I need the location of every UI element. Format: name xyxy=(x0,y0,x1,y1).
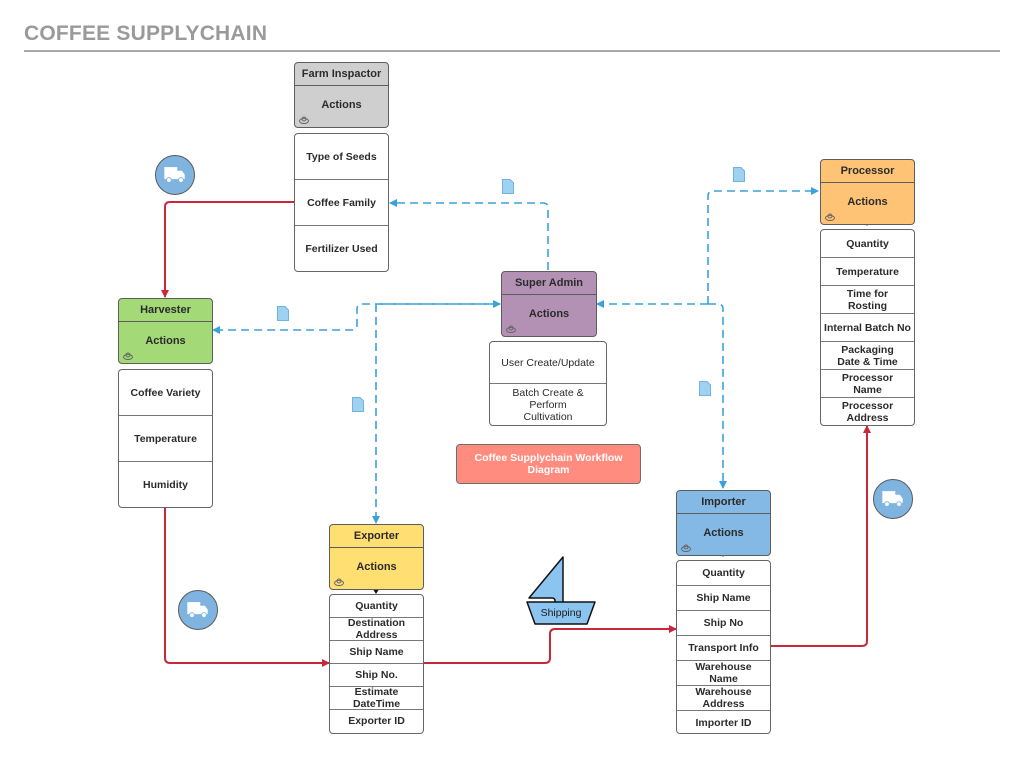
person-icon xyxy=(506,325,516,333)
farm-inspector-node[interactable]: Farm Inspactor Actions xyxy=(294,62,389,128)
field-row: User Create/Update xyxy=(490,342,606,384)
diagram-legend: Coffee Supplychain Workflow Diagram xyxy=(456,444,641,484)
document-icon xyxy=(733,167,745,182)
data-to-importer xyxy=(708,303,727,489)
node-title: Harvester xyxy=(119,299,212,322)
actions-label[interactable]: Actions xyxy=(119,322,212,363)
field-row: Type of Seeds xyxy=(295,134,388,180)
shipping-label: Shipping xyxy=(540,607,582,619)
field-row: Packaging Date & Time xyxy=(821,342,914,370)
field-row: Ship Name xyxy=(677,586,770,611)
node-title: Farm Inspactor xyxy=(295,63,388,86)
exporter-fields: Quantity Destination Address Ship Name S… xyxy=(329,594,424,734)
document-icon xyxy=(352,397,364,412)
farm-inspector-fields: Type of Seeds Coffee Family Fertilizer U… xyxy=(294,133,389,272)
processor-node[interactable]: Processor Actions xyxy=(820,159,915,225)
truck-icon xyxy=(155,155,195,195)
field-row: Importer ID xyxy=(695,717,752,729)
person-icon xyxy=(299,116,309,124)
flow-exporter-to-importer xyxy=(423,625,677,664)
harvester-fields: Coffee Variety Temperature Humidity xyxy=(118,369,213,508)
person-icon xyxy=(334,578,344,586)
harvester-node[interactable]: Harvester Actions xyxy=(118,298,213,364)
field-row: Warehouse Address xyxy=(677,686,770,711)
truck-icon xyxy=(873,479,913,519)
field-row: Exporter ID xyxy=(348,715,405,727)
field-row: Quantity xyxy=(330,595,423,618)
truck-icon xyxy=(178,590,218,630)
field-row: Batch Create & Perform Cultivation xyxy=(512,386,584,423)
field-row: Estimate DateTime xyxy=(330,686,423,710)
field-row: Processor Address xyxy=(841,399,894,424)
field-row: Temperature xyxy=(119,416,212,462)
field-row: Time for Rosting xyxy=(821,286,914,314)
data-admin-to-harvester xyxy=(212,303,500,334)
field-row: Quantity xyxy=(821,230,914,258)
actions-label[interactable]: Actions xyxy=(821,183,914,224)
data-to-farm xyxy=(389,199,549,270)
actions-label[interactable]: Actions xyxy=(330,548,423,589)
field-row: Ship No. xyxy=(330,664,423,687)
flow-farm-to-harvester xyxy=(161,201,295,298)
person-icon xyxy=(825,213,835,221)
document-icon xyxy=(502,179,514,194)
field-row: Processor Name xyxy=(821,370,914,398)
document-icon xyxy=(277,306,289,321)
flow-harvester-to-exporter xyxy=(164,508,330,667)
field-row: Coffee Variety xyxy=(119,370,212,416)
field-row: Transport Info xyxy=(677,636,770,661)
actions-label[interactable]: Actions xyxy=(502,295,596,336)
node-title: Exporter xyxy=(330,525,423,548)
importer-fields: Quantity Ship Name Ship No Transport Inf… xyxy=(676,560,771,734)
field-row: Coffee Family xyxy=(295,180,388,226)
actions-label[interactable]: Actions xyxy=(677,514,770,555)
processor-fields: Quantity Temperature Time for Rosting In… xyxy=(820,229,915,426)
field-row: Ship No xyxy=(677,611,770,636)
field-row: Ship Name xyxy=(330,641,423,664)
actions-label[interactable]: Actions xyxy=(295,86,388,127)
field-row: Humidity xyxy=(143,478,188,491)
field-row: Warehouse Name xyxy=(677,661,770,686)
document-icon xyxy=(699,381,711,396)
field-row: Fertilizer Used xyxy=(305,242,378,255)
importer-node[interactable]: Importer Actions xyxy=(676,490,771,556)
node-title: Super Admin xyxy=(502,272,596,295)
exporter-node[interactable]: Exporter Actions xyxy=(329,524,424,590)
person-icon xyxy=(681,544,691,552)
node-title: Importer xyxy=(677,491,770,514)
field-row: Destination Address xyxy=(330,617,423,641)
flow-importer-to-processor xyxy=(770,425,871,647)
node-title: Processor xyxy=(821,160,914,183)
field-row: Temperature xyxy=(821,258,914,286)
field-row: Quantity xyxy=(677,561,770,586)
super-admin-fields: User Create/Update Batch Create & Perfor… xyxy=(489,341,607,426)
data-to-processor xyxy=(707,187,819,304)
super-admin-node[interactable]: Super Admin Actions xyxy=(501,271,597,337)
person-icon xyxy=(123,352,133,360)
field-row: Internal Batch No xyxy=(821,314,914,342)
